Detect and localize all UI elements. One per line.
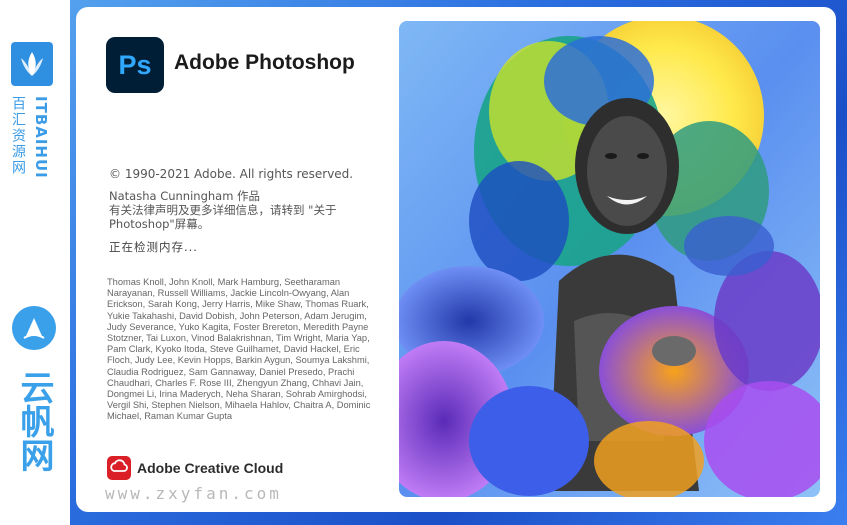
- splash-artwork: [399, 21, 820, 497]
- watermark-strip: 百汇资源网 ITBAIHUI 云帆网: [0, 0, 70, 525]
- creative-cloud-icon: [107, 456, 131, 480]
- photoshop-splash: Ps Adobe Photoshop © 1990-2021 Adobe. Al…: [76, 7, 836, 512]
- brand-en-label: ITBAIHUI: [32, 96, 50, 179]
- photoshop-logo-icon: Ps: [106, 37, 164, 93]
- legal-note: 有关法律声明及更多详细信息，请转到 "关于 Photoshop"屏幕。: [109, 203, 337, 231]
- app-title: Adobe Photoshop: [174, 51, 355, 74]
- brand-zh-label: 百汇资源网: [10, 96, 26, 176]
- copyright-text: © 1990-2021 Adobe. All rights reserved.: [109, 167, 354, 181]
- site-watermark: www.zxyfan.com: [105, 484, 282, 503]
- artwork-credit: Natasha Cunningham 作品: [109, 189, 261, 203]
- yunfan-label: 云帆网: [14, 370, 54, 472]
- credits-list: Thomas Knoll, John Knoll, Mark Hamburg, …: [107, 277, 371, 422]
- itbaihui-logo-icon: [11, 42, 53, 86]
- creative-cloud-label: Adobe Creative Cloud: [137, 460, 284, 476]
- loading-status: 正在检测内存...: [109, 240, 198, 254]
- yunfan-logo-icon: [12, 306, 56, 350]
